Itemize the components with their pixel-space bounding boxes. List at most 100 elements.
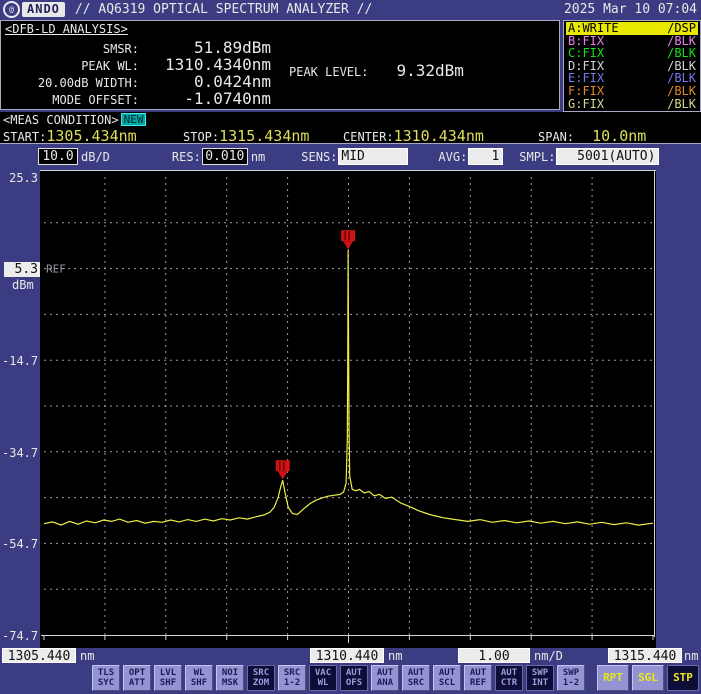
- toolbar-button-swp-int[interactable]: SWP INT: [526, 665, 554, 691]
- trace-g-mode: /BLK: [667, 98, 696, 111]
- span-field: SPAN: 10.0nm: [538, 127, 646, 145]
- stop-field: STOP: 1315.434nm: [183, 127, 343, 145]
- button-label: VAC: [315, 668, 331, 678]
- toolbar-button-noi-msk[interactable]: NOI MSK: [216, 665, 244, 691]
- width-label: 20.00dB WIDTH:: [1, 76, 139, 90]
- toolbar-button-lvl-shf[interactable]: LVL SHF: [154, 665, 182, 691]
- toolbar-button-aut-ana[interactable]: AUT ANA: [371, 665, 399, 691]
- x-start-field[interactable]: 1305.440: [2, 648, 76, 663]
- y-tick-m54: -54.7: [2, 537, 38, 551]
- button-label: RPT: [603, 673, 623, 683]
- trace-row-g[interactable]: G:FIX /BLK: [566, 98, 698, 111]
- span-label: SPAN:: [538, 130, 574, 144]
- level-scale-field[interactable]: 10.0: [38, 148, 78, 165]
- svg-text:REF: REF: [46, 263, 66, 276]
- x-start-unit: nm: [80, 649, 94, 663]
- smpl-field[interactable]: 5001(AUTO): [556, 148, 659, 165]
- trace-row-f[interactable]: F:FIX /BLK: [566, 85, 698, 98]
- trace-row-c[interactable]: C:FIX /BLK: [566, 47, 698, 60]
- button-label: SGL: [638, 673, 658, 683]
- toolbar-button-src-zom[interactable]: SRC ZOM: [247, 665, 275, 691]
- start-label: START:: [3, 130, 46, 144]
- res-unit: nm: [251, 150, 265, 164]
- sens-label: SENS:: [301, 150, 337, 164]
- start-field: START: 1305.434nm: [3, 127, 183, 145]
- toolbar-button-src-1-2[interactable]: SRC 1-2: [278, 665, 306, 691]
- toolbar-button-stp[interactable]: STP: [667, 665, 699, 691]
- button-label: OFS: [346, 678, 362, 688]
- dfb-analysis-rows: SMSR: 51.89dBm PEAK WL: 1310.4340nm 20.0…: [1, 38, 271, 106]
- toolbar-button-swp-1-2[interactable]: SWP 1-2: [557, 665, 585, 691]
- button-label: MSK: [222, 678, 238, 688]
- peak-level-value: 9.32dBm: [396, 61, 463, 80]
- soft-key-toolbar: TLS SYC OPT ATT LVL SHF WL SHF NOI MSK S…: [0, 665, 701, 692]
- clock-text: 2025 Mar 10 07:04: [564, 2, 697, 17]
- button-label: SHF: [191, 678, 207, 688]
- trace-c-mode: /BLK: [667, 47, 696, 60]
- dfb-analysis-title: <DFB-LD ANALYSIS>: [5, 22, 128, 36]
- avg-label: AVG:: [438, 150, 467, 164]
- button-label: SWP: [563, 668, 579, 678]
- button-label: LVL: [160, 668, 176, 678]
- toolbar-button-aut-ctr[interactable]: AUT CTR: [495, 665, 523, 691]
- y-tick-m74: -74.7: [2, 629, 38, 643]
- analysis-row-20db-width: 20.00dB WIDTH: 0.0424nm: [1, 72, 271, 89]
- button-label: INT: [532, 678, 548, 688]
- start-value: 1305.434nm: [46, 127, 136, 145]
- toolbar-button-opt-att[interactable]: OPT ATT: [123, 665, 151, 691]
- ando-mark-icon: @: [3, 1, 20, 18]
- x-center-unit: nm: [388, 649, 402, 663]
- y-tick-25: 25.3: [2, 171, 38, 185]
- x-scale-field[interactable]: 1.00: [458, 648, 530, 663]
- x-center-field[interactable]: 1310.440: [310, 648, 384, 663]
- trace-g-name: G:FIX: [568, 98, 604, 111]
- window-title: // AQ6319 OPTICAL SPECTRUM ANALYZER //: [75, 2, 372, 17]
- stop-value: 1315.434nm: [219, 127, 309, 145]
- span-value: 10.0nm: [592, 127, 646, 145]
- toolbar-button-rpt[interactable]: RPT: [597, 665, 629, 691]
- toolbar-button-vac-wl[interactable]: VAC WL: [309, 665, 337, 691]
- peak-wl-label: PEAK WL:: [1, 59, 139, 73]
- trace-a-name: A:WRITE: [568, 22, 619, 35]
- toolbar-button-sgl[interactable]: SGL: [632, 665, 664, 691]
- res-field[interactable]: 0.010: [202, 148, 248, 165]
- toolbar-button-tls-syc[interactable]: TLS SYC: [92, 665, 120, 691]
- plot-region: 25.3 5.3 dBm -14.7 -34.7 -54.7 -74.7 REF: [0, 168, 701, 648]
- res-label: RES:: [172, 150, 201, 164]
- trace-row-a[interactable]: A:WRITE /DSP: [566, 22, 698, 35]
- x-axis-row: 1305.440 nm 1310.440 nm 1.00 nm/D 1315.4…: [0, 648, 701, 664]
- meas-condition-header: <MEAS CONDITION> NEW: [0, 112, 701, 127]
- stop-label: STOP:: [183, 130, 219, 144]
- settings-row: 10.0 dB/D RES: 0.010 nm SENS: MID AVG: 1…: [0, 146, 701, 167]
- button-label: NOI: [222, 668, 238, 678]
- trace-a-mode: /DSP: [667, 22, 696, 35]
- toolbar-button-aut-ofs[interactable]: AUT OFS: [340, 665, 368, 691]
- peak-level-readout: PEAK LEVEL: 9.32dBm: [289, 61, 464, 80]
- avg-field[interactable]: 1: [468, 148, 503, 165]
- button-label: SYC: [98, 678, 114, 688]
- mode-offset-label: MODE OFFSET:: [1, 93, 139, 107]
- button-label: ATT: [129, 678, 145, 688]
- center-label: CENTER:: [343, 130, 394, 144]
- button-label: WL: [318, 678, 329, 688]
- button-label: SRC: [253, 668, 269, 678]
- smpl-label: SMPL:: [519, 150, 555, 164]
- ref-level-field[interactable]: 5.3: [4, 262, 40, 277]
- button-label: SHF: [160, 678, 176, 688]
- toolbar-button-aut-scl[interactable]: AUT SCL: [433, 665, 461, 691]
- new-badge: NEW: [121, 113, 147, 126]
- analysis-row-mode-offset: MODE OFFSET: -1.0740nm: [1, 89, 271, 106]
- toolbar-button-aut-src[interactable]: AUT SRC: [402, 665, 430, 691]
- brand-logo: ANDO: [22, 2, 65, 17]
- sens-field[interactable]: MID: [338, 148, 408, 165]
- toolbar-button-aut-ref[interactable]: AUT REF: [464, 665, 492, 691]
- spectrum-plot[interactable]: REF: [40, 170, 656, 648]
- x-stop-unit: nm: [684, 649, 698, 663]
- trace-status-panel: A:WRITE /DSP B:FIX /BLK C:FIX /BLK D:FIX…: [563, 20, 701, 112]
- button-label: STP: [673, 673, 693, 683]
- toolbar-button-wl-shf[interactable]: WL SHF: [185, 665, 213, 691]
- x-stop-field[interactable]: 1315.440: [608, 648, 682, 663]
- dfb-ld-analysis-panel: <DFB-LD ANALYSIS> SMSR: 51.89dBm PEAK WL…: [0, 20, 560, 110]
- y-tick-m14: -14.7: [2, 354, 38, 368]
- trace-f-mode: /BLK: [667, 85, 696, 98]
